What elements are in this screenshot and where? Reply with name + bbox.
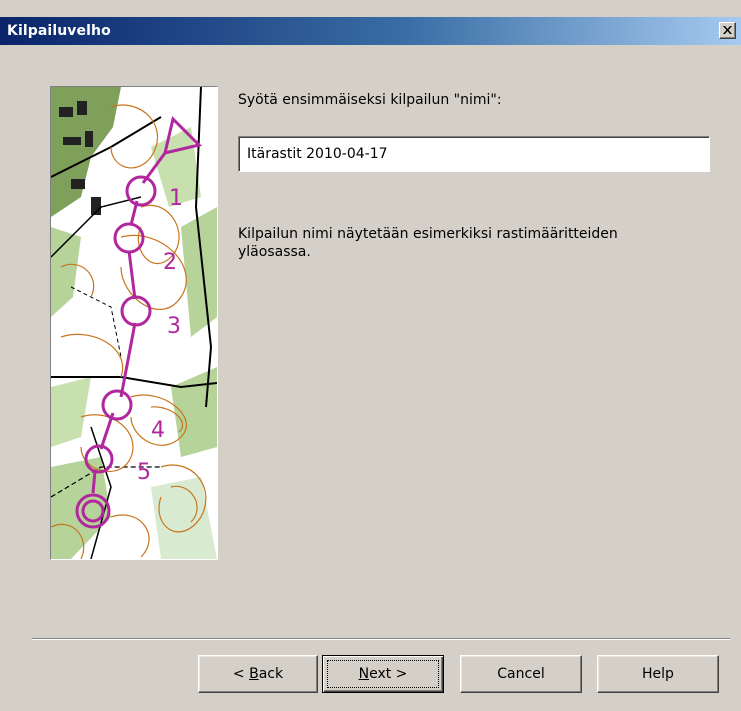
competition-name-input[interactable] [238,136,710,172]
back-button-mnemonic: B [249,666,259,682]
window-title: Kilpailuvelho [7,23,111,39]
orienteering-map-graphic: 1 2 3 4 5 [51,87,217,559]
help-button[interactable]: Help [597,655,719,693]
close-icon [723,26,732,34]
wizard-dialog: Kilpailuvelho 1 2 3 4 5 Syötä ensimmäise… [0,0,741,711]
next-button[interactable]: Next > [322,655,444,693]
next-button-rest: ext > [369,666,408,682]
control-number-5: 5 [137,460,151,485]
control-number-2: 2 [163,250,177,275]
control-number-4: 4 [151,418,165,443]
back-button[interactable]: < Back [198,655,318,693]
orienteering-map-image: 1 2 3 4 5 [50,86,218,560]
close-button[interactable] [719,22,736,39]
help-button-label: Help [642,666,674,682]
back-button-rest: ack [258,666,284,682]
cancel-button[interactable]: Cancel [460,655,582,693]
competition-name-label: Syötä ensimmäiseksi kilpailun "nimi": [238,92,502,108]
next-button-mnemonic: N [358,666,370,682]
competition-name-help-text: Kilpailun nimi näytetään esimerkiksi ras… [238,226,618,260]
control-number-3: 3 [167,314,181,339]
control-number-1: 1 [169,186,183,211]
back-button-prefix: < [232,666,250,682]
title-bar[interactable]: Kilpailuvelho [0,17,741,45]
cancel-button-label: Cancel [497,666,545,682]
button-separator [32,638,730,640]
